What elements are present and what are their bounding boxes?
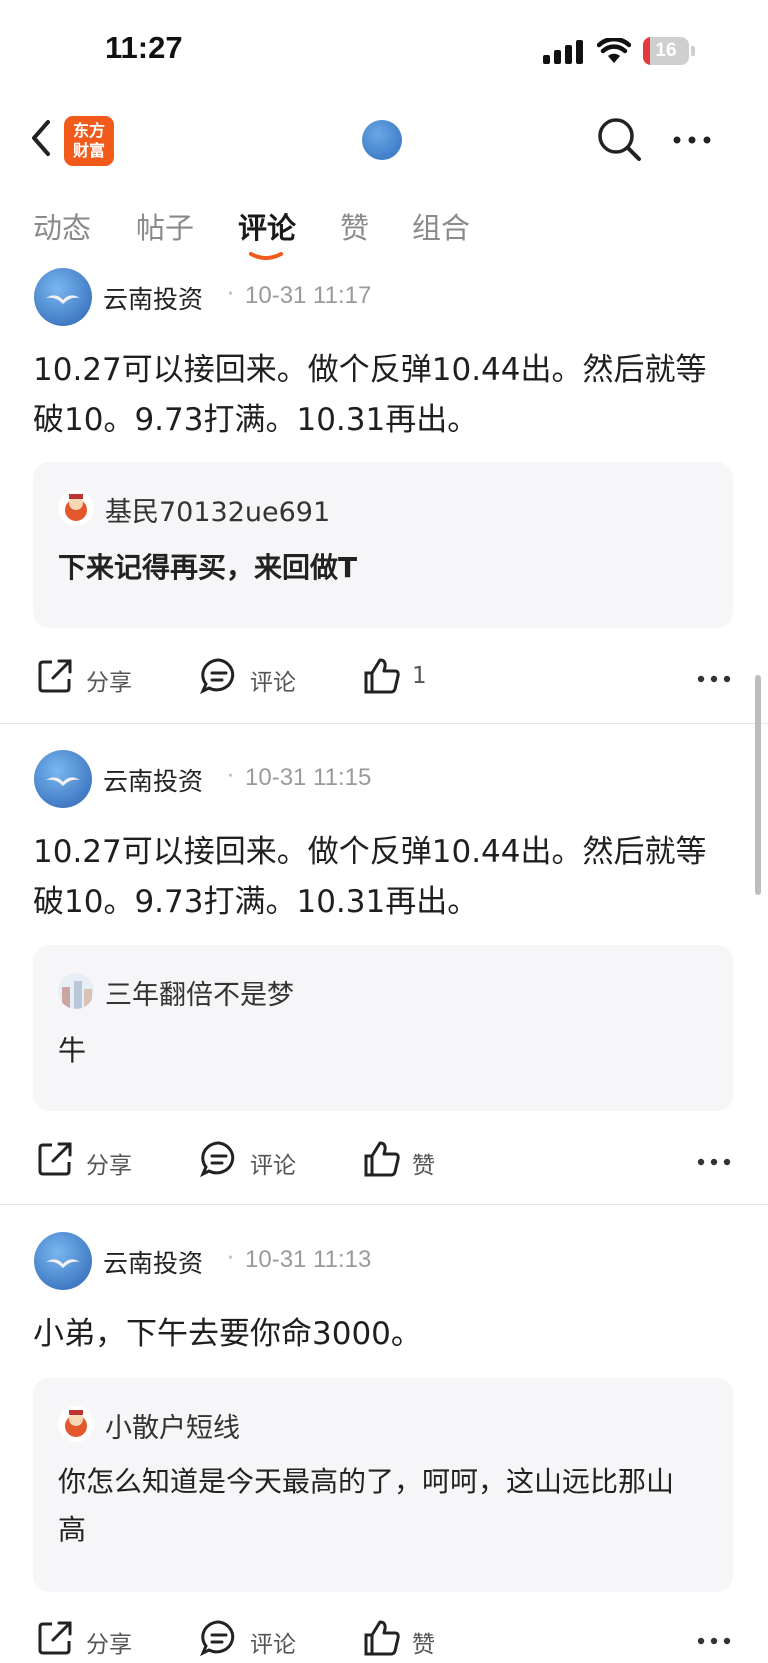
comment-icon [200, 1620, 235, 1657]
comment-label: 评论 [250, 1632, 296, 1658]
author-name[interactable]: 云南投资 [103, 280, 203, 316]
tab-likes[interactable]: 赞 [340, 205, 369, 247]
like-button[interactable]: 赞 [362, 1140, 452, 1180]
like-label: 赞 [412, 1153, 435, 1179]
comment-button[interactable]: 评论 [200, 657, 310, 697]
comment-time: 10-31 11:17 [245, 282, 372, 309]
comment-label: 评论 [250, 670, 296, 696]
share-icon [38, 1142, 72, 1176]
share-button[interactable]: 分享 [36, 1140, 156, 1180]
separator-dot: · [227, 764, 234, 789]
scrollbar[interactable] [755, 675, 761, 895]
share-label: 分享 [86, 1153, 132, 1179]
share-icon [38, 1621, 72, 1655]
divider [0, 1204, 768, 1205]
active-tab-indicator [249, 252, 283, 260]
separator-dot: · [227, 1246, 234, 1271]
separator-dot: · [227, 282, 234, 307]
thumbs-up-icon [364, 658, 400, 694]
comment-card: 云南投资 · 10-31 11:13 小弟，下午去要你命3000。 小散户短线 … [0, 1224, 768, 1663]
profile-avatar[interactable] [362, 120, 402, 160]
share-label: 分享 [86, 1632, 132, 1658]
tab-portfolio[interactable]: 组合 [412, 205, 470, 247]
share-icon [38, 659, 72, 693]
search-icon[interactable] [596, 116, 642, 162]
thumbs-up-icon [364, 1141, 400, 1177]
wifi-icon [597, 38, 631, 63]
comment-more-icon[interactable] [697, 1636, 731, 1646]
comment-button[interactable]: 评论 [200, 1140, 310, 1180]
author-avatar[interactable] [34, 268, 92, 326]
reply-text: 你怎么知道是今天最高的了，呵呵，这山远比那山高 [58, 1465, 675, 1546]
comment-time: 10-31 11:15 [245, 764, 372, 791]
like-button[interactable]: 赞 [362, 1619, 452, 1659]
author-name[interactable]: 云南投资 [103, 1244, 203, 1280]
tab-posts[interactable]: 帖子 [136, 205, 194, 247]
battery-level-text: 16 [655, 40, 677, 61]
comment-card: 云南投资 · 10-31 11:15 10.27可以接回来。做个反弹10.44出… [0, 742, 768, 1202]
tab-dynamics[interactable]: 动态 [33, 205, 91, 247]
cellular-signal-icon [543, 40, 585, 64]
quoted-reply[interactable]: 三年翻倍不是梦 牛 [33, 945, 733, 1111]
reply-text: 下来记得再买，来回做T [58, 551, 358, 584]
author-avatar[interactable] [34, 750, 92, 808]
comment-more-icon[interactable] [697, 1157, 731, 1167]
comment-button[interactable]: 评论 [200, 1619, 310, 1659]
thumbs-up-icon [364, 1620, 400, 1656]
battery-icon: 16 [643, 37, 695, 65]
quoted-reply[interactable]: 小散户短线 你怎么知道是今天最高的了，呵呵，这山远比那山高 [33, 1378, 733, 1592]
share-button[interactable]: 分享 [36, 657, 156, 697]
like-button[interactable]: 1 [362, 657, 452, 697]
status-bar: 11:27 16 [0, 0, 768, 100]
reply-author-name: 小散户短线 [105, 1413, 240, 1444]
app-logo[interactable]: 东方 财富 [64, 116, 114, 166]
logo-text-line1: 东方 [72, 121, 105, 140]
reply-text: 牛 [58, 1034, 87, 1067]
reply-author-name: 三年翻倍不是梦 [105, 980, 294, 1011]
profile-tabs: 动态 帖子 评论 赞 组合 [0, 180, 768, 260]
comment-text[interactable]: 10.27可以接回来。做个反弹10.44出。然后就等破10。9.73打满。10.… [33, 827, 733, 927]
reply-author-avatar [58, 973, 94, 1009]
comment-time: 10-31 11:13 [245, 1246, 372, 1273]
author-avatar[interactable] [34, 1232, 92, 1290]
author-name[interactable]: 云南投资 [103, 762, 203, 798]
comment-card: 云南投资 · 10-31 11:17 10.27可以接回来。做个反弹10.44出… [0, 260, 768, 725]
back-arrow-icon[interactable] [26, 116, 56, 160]
reply-author-avatar [58, 1406, 94, 1442]
more-options-icon[interactable] [672, 130, 712, 150]
divider [0, 723, 768, 724]
comment-text[interactable]: 小弟，下午去要你命3000。 [33, 1309, 733, 1359]
comment-text[interactable]: 10.27可以接回来。做个反弹10.44出。然后就等破10。9.73打满。10.… [33, 345, 733, 445]
comment-label: 评论 [250, 1153, 296, 1179]
status-time: 11:27 [105, 30, 183, 65]
logo-text-line2: 财富 [72, 141, 105, 160]
share-button[interactable]: 分享 [36, 1619, 156, 1659]
comment-icon [200, 1141, 235, 1178]
reply-author-name: 基民70132ue691 [105, 497, 331, 528]
quoted-reply[interactable]: 基民70132ue691 下来记得再买，来回做T [33, 462, 733, 628]
nav-bar: 东方 财富 [0, 100, 768, 180]
comment-more-icon[interactable] [697, 674, 731, 684]
tab-comments[interactable]: 评论 [238, 205, 296, 247]
like-label: 赞 [412, 1632, 435, 1658]
share-label: 分享 [86, 670, 132, 696]
reply-author-avatar [58, 490, 94, 526]
comment-icon [200, 658, 235, 695]
like-count: 1 [412, 663, 427, 689]
